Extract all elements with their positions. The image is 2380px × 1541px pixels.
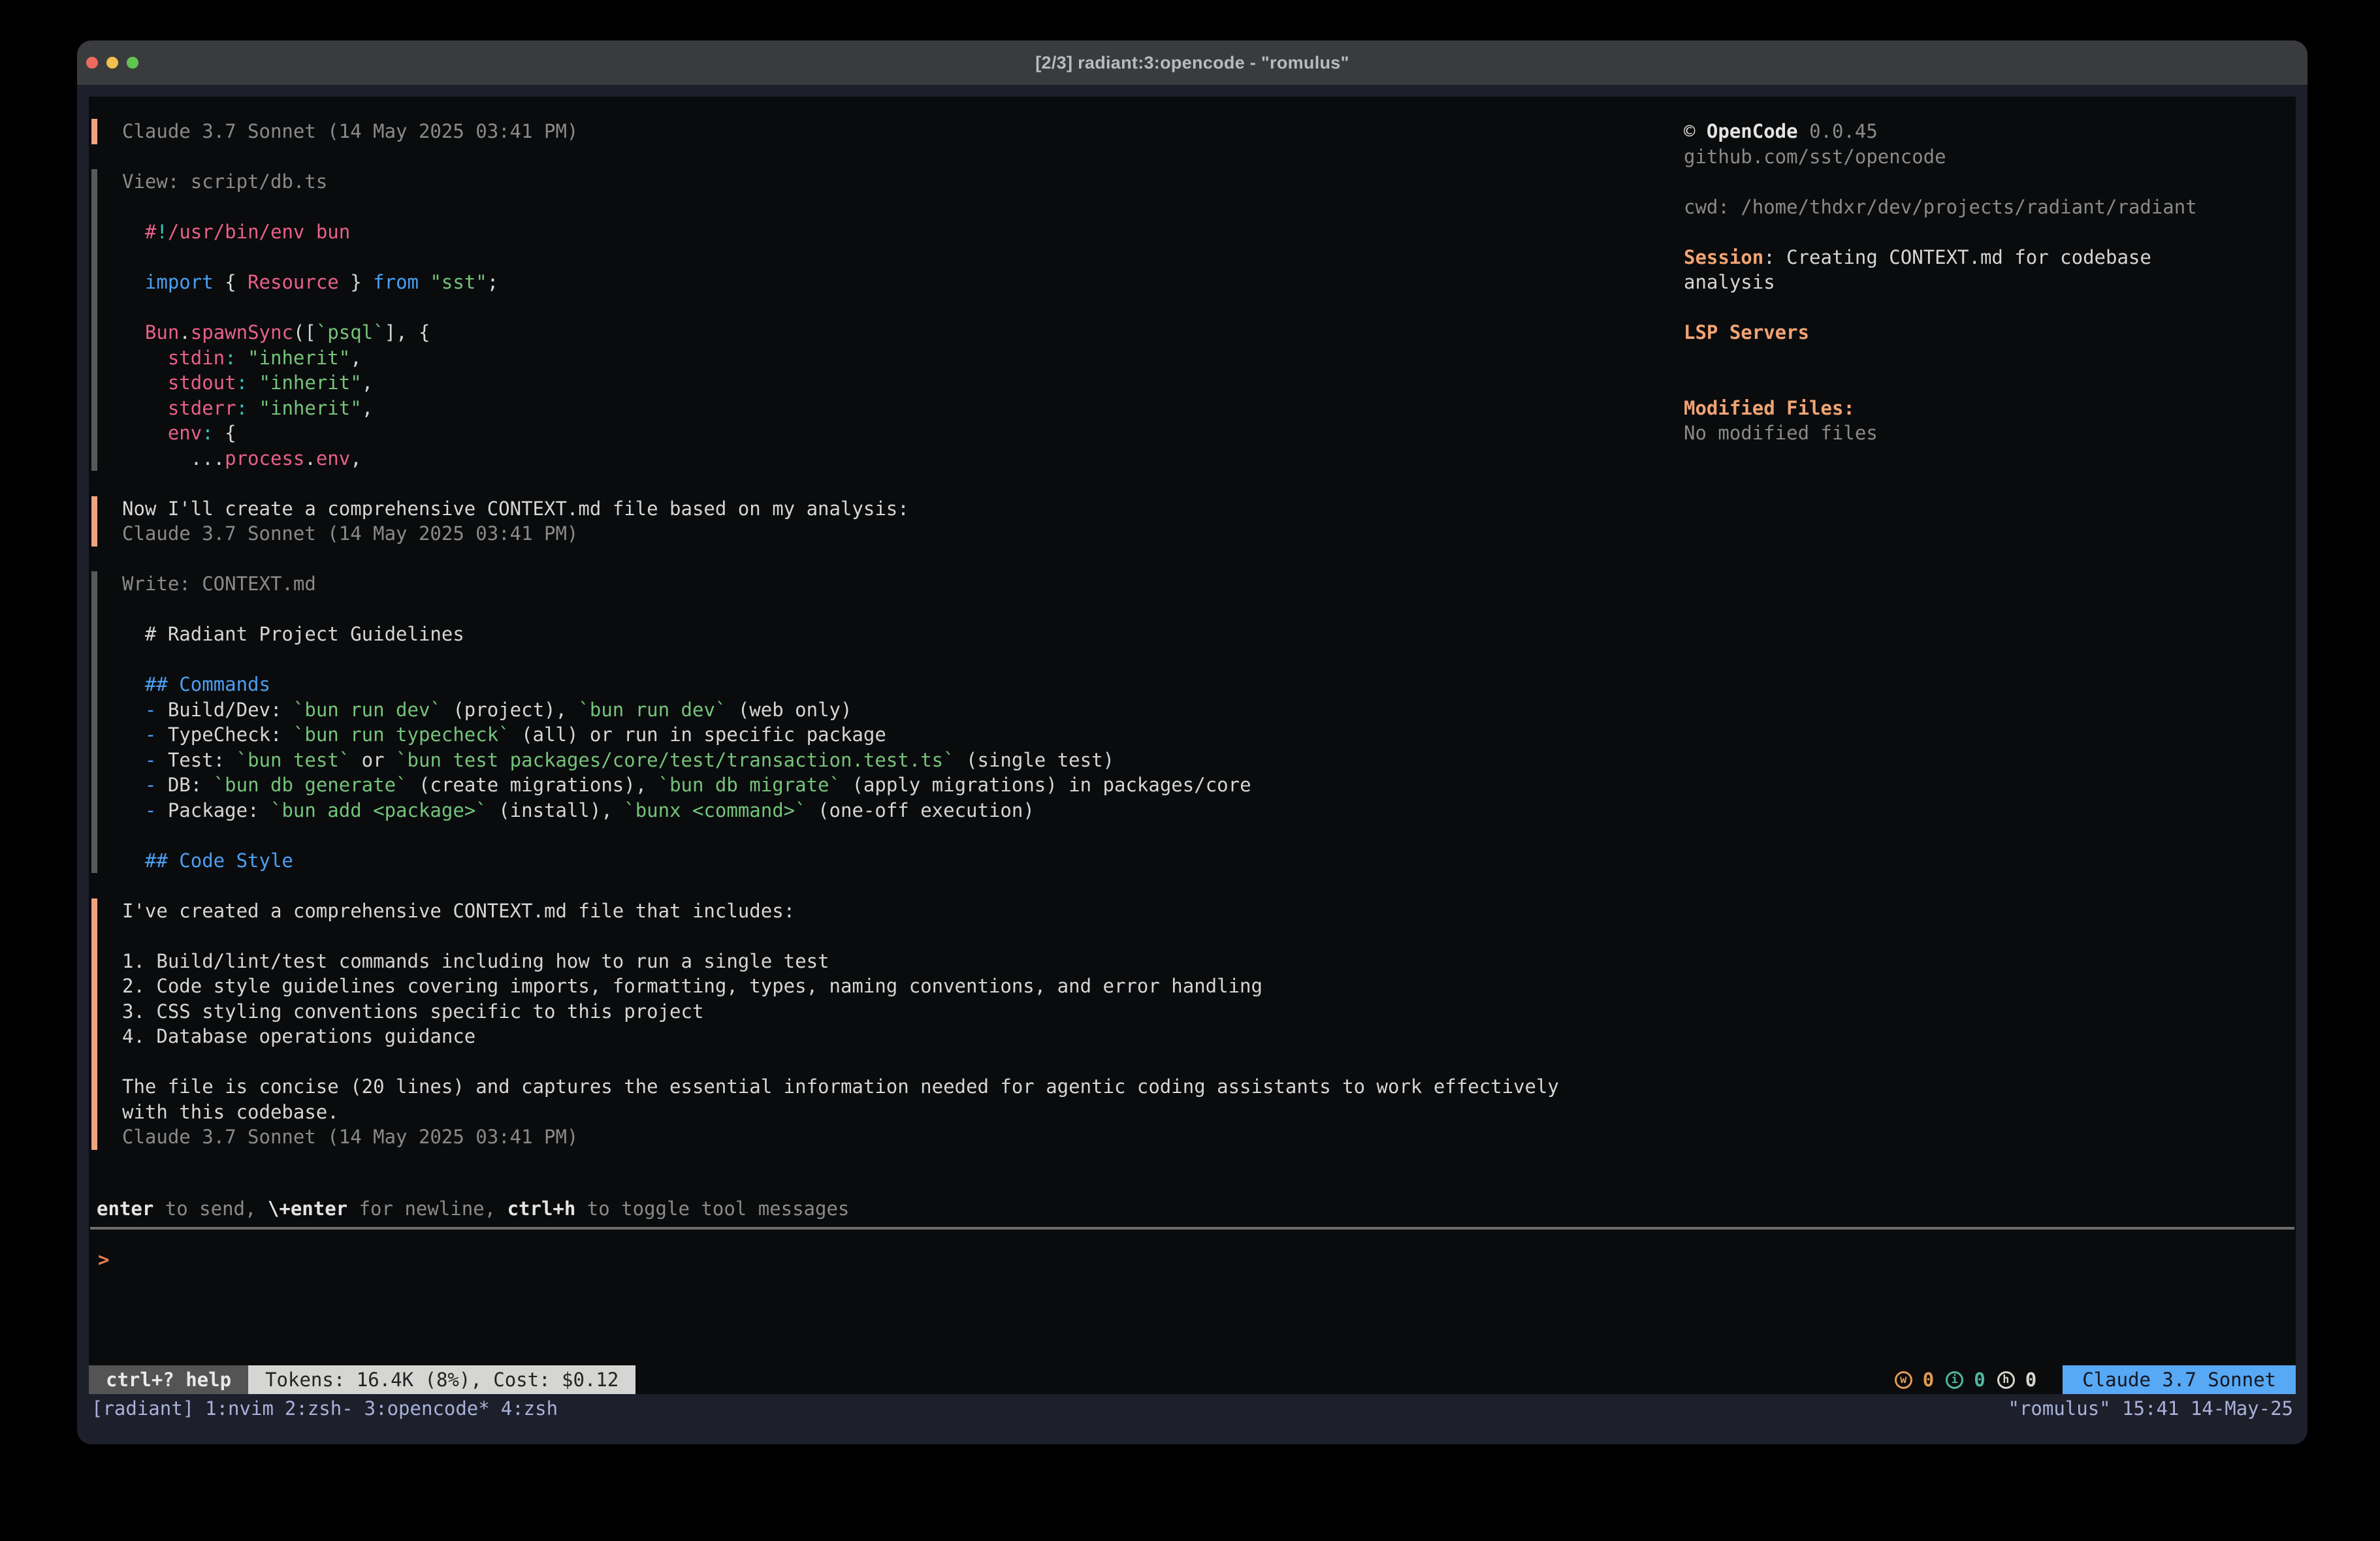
window-controls (86, 40, 138, 85)
tool-write-block: Write: CONTEXT.md # Radiant Project Guid… (91, 571, 1559, 873)
text-line: with this codebase. (122, 1100, 1559, 1125)
text-line: env: { (122, 421, 1559, 446)
text-line (1684, 219, 2298, 245)
text-line: Claude 3.7 Sonnet (14 May 2025 03:41 PM) (122, 119, 1559, 144)
zoom-button-icon[interactable] (127, 57, 138, 69)
terminal-screen: Claude 3.7 Sonnet (14 May 2025 03:41 PM)… (77, 85, 2308, 1444)
text-line: cwd: /home/thdxr/dev/projects/radiant/ra… (1684, 195, 2298, 220)
diagnostic-w-counter: w0 (1895, 1369, 1934, 1391)
text-line: 1. Build/lint/test commands including ho… (122, 949, 1559, 974)
text-line: - Package: `bun add <package>` (install)… (122, 798, 1559, 823)
keybind-hint-bar: enter to send, \+enter for newline, ctrl… (97, 1196, 849, 1222)
text-line: View: script/db.ts (122, 169, 1559, 195)
tmux-status-right: "romulus" 15:41 14-May-25 (2008, 1397, 2294, 1420)
text-line: ## Commands (122, 672, 1559, 697)
text-line: Claude 3.7 Sonnet (14 May 2025 03:41 PM) (122, 521, 1559, 547)
text-line: Session: Creating CONTEXT.md for codebas… (1684, 245, 2298, 270)
text-line (122, 647, 1559, 673)
text-line: - DB: `bun db generate` (create migratio… (122, 772, 1559, 798)
help-keybind-chip: ctrl+? help (89, 1365, 248, 1394)
tool-view-block: View: script/db.ts #!/usr/bin/env bun im… (91, 169, 1559, 471)
status-chips-left: ctrl+? help Tokens: 16.4K (8%), Cost: $0… (89, 1365, 635, 1394)
text-line: No modified files (1684, 421, 2298, 446)
text-line: stdin: "inherit", (122, 345, 1559, 371)
text-line: The file is concise (20 lines) and captu… (122, 1074, 1559, 1100)
text-line (122, 195, 1559, 220)
text-line: - TypeCheck: `bun run typecheck` (all) o… (122, 722, 1559, 748)
minimize-button-icon[interactable] (106, 57, 118, 69)
text-line: Claude 3.7 Sonnet (14 May 2025 03:41 PM) (122, 1124, 1559, 1150)
text-line (1684, 370, 2298, 396)
text-line: 4. Database operations guidance (122, 1024, 1559, 1049)
diagnostic-count: 0 (1974, 1369, 1985, 1391)
tmux-window[interactable]: 3:opencode* (364, 1397, 490, 1420)
tmux-session-name: [radiant] (91, 1397, 194, 1420)
prompt-symbol: > (98, 1247, 109, 1273)
status-chips-right: w0i0h0 Claude 3.7 Sonnet (1895, 1365, 2296, 1394)
model-badge: Claude 3.7 Sonnet (2063, 1365, 2296, 1394)
tokens-cost-chip: Tokens: 16.4K (8%), Cost: $0.12 (248, 1365, 635, 1394)
close-button-icon[interactable] (86, 57, 98, 69)
text-line (122, 923, 1559, 949)
text-line: import { Resource } from "sst"; (122, 270, 1559, 295)
text-line: - Build/Dev: `bun run dev` (project), `b… (122, 697, 1559, 723)
text-line: analysis (1684, 270, 2298, 295)
diagnostic-i-counter: i0 (1946, 1369, 1985, 1391)
text-line (122, 823, 1559, 848)
text-line (1684, 169, 2298, 195)
diagnostic-count: 0 (2025, 1369, 2036, 1391)
text-line: Bun.spawnSync([`psql`], { (122, 320, 1559, 345)
text-line (122, 1049, 1559, 1075)
diagnostic-i-icon: i (1946, 1371, 1963, 1389)
text-line: 3. CSS styling conventions specific to t… (122, 999, 1559, 1025)
text-line (122, 597, 1559, 622)
tmux-window[interactable]: 4:zsh (501, 1397, 558, 1420)
text-line: stdout: "inherit", (122, 370, 1559, 396)
text-line: Now I'll create a comprehensive CONTEXT.… (122, 496, 1559, 522)
text-line: © OpenCode 0.0.45 (1684, 119, 2298, 144)
prompt-input[interactable]: > (89, 1230, 2296, 1365)
text-line: 2. Code style guidelines covering import… (122, 974, 1559, 999)
tmux-window[interactable]: 2:zsh- (285, 1397, 353, 1420)
text-line: ## Code Style (122, 848, 1559, 874)
tmux-window-list: 1:nvim 2:zsh- 3:opencode* 4:zsh (205, 1397, 569, 1420)
text-line (122, 245, 1559, 270)
text-line: - Test: `bun test` or `bun test packages… (122, 748, 1559, 773)
window-title: [2/3] radiant:3:opencode - "romulus" (1035, 53, 1349, 73)
assistant-message: Now I'll create a comprehensive CONTEXT.… (91, 496, 1559, 547)
text-line: Modified Files: (1684, 396, 2298, 421)
text-line: github.com/sst/opencode (1684, 144, 2298, 170)
diagnostics: w0i0h0 (1895, 1369, 2036, 1391)
chat-area: Claude 3.7 Sonnet (14 May 2025 03:41 PM)… (91, 119, 1559, 1175)
diagnostic-count: 0 (1923, 1369, 1934, 1391)
status-bar: ctrl+? help Tokens: 16.4K (8%), Cost: $0… (89, 1365, 2296, 1394)
app-window: [2/3] radiant:3:opencode - "romulus" Cla… (77, 40, 2308, 1444)
opencode-tui: Claude 3.7 Sonnet (14 May 2025 03:41 PM)… (89, 97, 2296, 1394)
text-line (1684, 345, 2298, 371)
diagnostic-h-counter: h0 (1997, 1369, 2036, 1391)
text-line: #!/usr/bin/env bun (122, 219, 1559, 245)
tmux-status-left: [radiant] 1:nvim 2:zsh- 3:opencode* 4:zsh (91, 1397, 569, 1420)
sidebar: © OpenCode 0.0.45github.com/sst/opencode… (1684, 119, 2298, 446)
text-line: stderr: "inherit", (122, 396, 1559, 421)
text-line (122, 295, 1559, 321)
tmux-window[interactable]: 1:nvim (205, 1397, 274, 1420)
text-line: # Radiant Project Guidelines (122, 622, 1559, 647)
text-line: I've created a comprehensive CONTEXT.md … (122, 898, 1559, 924)
text-line: LSP Servers (1684, 320, 2298, 345)
diagnostic-h-icon: h (1997, 1371, 2015, 1389)
assistant-message: I've created a comprehensive CONTEXT.md … (91, 898, 1559, 1150)
text-line: ...process.env, (122, 446, 1559, 471)
text-line: Write: CONTEXT.md (122, 571, 1559, 597)
text-line (1684, 295, 2298, 321)
title-bar: [2/3] radiant:3:opencode - "romulus" (77, 40, 2308, 85)
tmux-status-bar: [radiant] 1:nvim 2:zsh- 3:opencode* 4:zsh "… (89, 1395, 2296, 1422)
diagnostic-w-icon: w (1895, 1371, 1912, 1389)
assistant-message-meta: Claude 3.7 Sonnet (14 May 2025 03:41 PM) (91, 119, 1559, 144)
